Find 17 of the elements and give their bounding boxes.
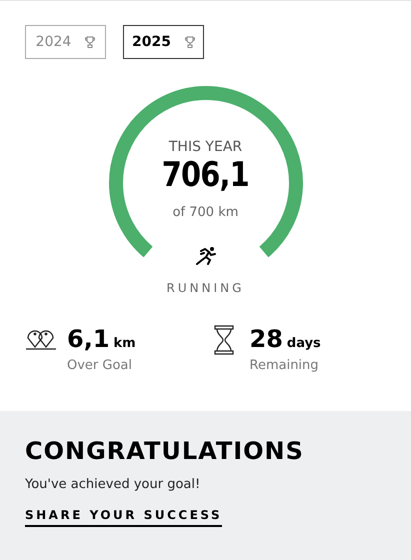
share-link[interactable]: SHARE YOUR SUCCESS bbox=[25, 508, 222, 527]
caption: THIS YEAR bbox=[168, 139, 242, 155]
stat-label: Remaining bbox=[250, 358, 320, 373]
stat-value: 28 days bbox=[250, 325, 321, 355]
goal-text: of 700 km bbox=[172, 205, 238, 220]
distance-value: 706,1 bbox=[162, 155, 250, 195]
year-tab[interactable]: 2025 bbox=[123, 25, 204, 59]
congrats-title: CONGRATULATIONS bbox=[25, 437, 304, 465]
stat-value: 6,1 km bbox=[67, 325, 136, 355]
hourglass-icon bbox=[214, 325, 234, 355]
trophy-icon bbox=[184, 36, 195, 48]
stat-label: Over Goal bbox=[67, 358, 134, 373]
congrats-message: You've achieved your goal! bbox=[25, 477, 200, 492]
runner-icon bbox=[194, 246, 216, 266]
year-tab[interactable]: 2024 bbox=[25, 25, 106, 59]
trophy-icon bbox=[85, 36, 96, 48]
sport-label: RUNNING bbox=[166, 281, 244, 295]
